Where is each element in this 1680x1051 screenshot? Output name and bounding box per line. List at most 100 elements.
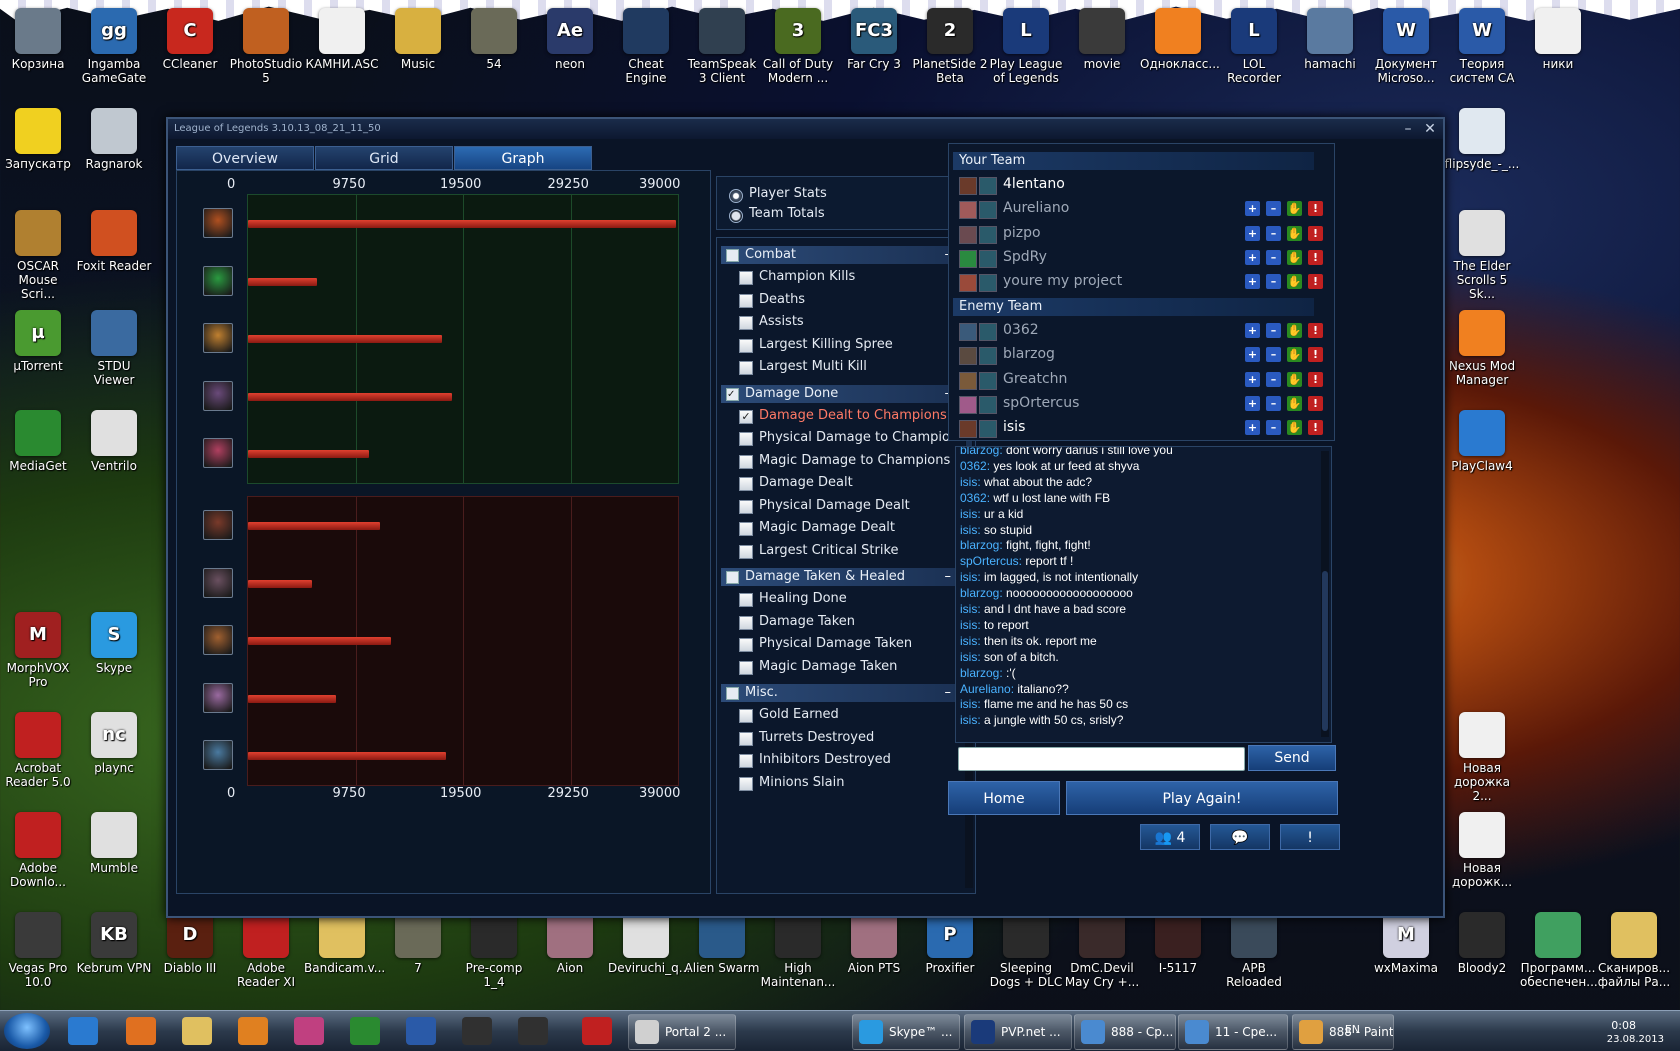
desktop-icon[interactable]: Новая дорожк... bbox=[1444, 812, 1520, 889]
taskbar-item[interactable]: 11 - Сре... bbox=[1178, 1014, 1288, 1050]
media-player-icon[interactable] bbox=[238, 1017, 268, 1045]
excel-icon[interactable] bbox=[350, 1017, 380, 1045]
report-icon[interactable]: ! bbox=[1308, 249, 1323, 265]
taskbar-item[interactable]: 888 - Ср... bbox=[1074, 1014, 1176, 1050]
desktop-icon[interactable]: Sleeping Dogs + DLC bbox=[988, 912, 1064, 989]
desktop-icon[interactable]: Aion bbox=[532, 912, 608, 975]
desktop-icon[interactable]: MediaGet bbox=[0, 410, 76, 473]
language-indicator[interactable]: EN bbox=[1345, 1023, 1360, 1036]
desktop-icon[interactable]: gg Ingamba GameGate bbox=[76, 8, 152, 85]
stat-checkbox[interactable] bbox=[739, 615, 753, 630]
taskbar-item[interactable]: PVP.net ... bbox=[964, 1014, 1072, 1050]
desktop-icon[interactable]: Pre-comp 1_4 bbox=[456, 912, 532, 989]
explorer-icon[interactable] bbox=[182, 1017, 212, 1045]
stat-checkbox[interactable] bbox=[739, 754, 753, 768]
tab-grid[interactable]: Grid bbox=[315, 146, 453, 170]
add-friend-icon[interactable]: + bbox=[1245, 201, 1260, 217]
desktop-icon[interactable]: hamachi bbox=[1292, 8, 1368, 71]
desktop-icon[interactable]: KB Kebrum VPN bbox=[76, 912, 152, 975]
honor-icon[interactable]: ✋ bbox=[1287, 274, 1302, 290]
desktop-icon[interactable]: The Elder Scrolls 5 Sk... bbox=[1444, 210, 1520, 301]
ignore-icon[interactable]: – bbox=[1266, 249, 1281, 265]
add-friend-icon[interactable]: + bbox=[1245, 347, 1260, 363]
player-row[interactable]: isis + – ✋! bbox=[955, 417, 1325, 439]
send-button[interactable]: Send bbox=[1248, 745, 1336, 771]
taskbar-item[interactable]: 888 - Paint bbox=[1292, 1014, 1394, 1050]
stat-checkbox[interactable] bbox=[739, 454, 753, 469]
stat-checkbox[interactable] bbox=[739, 499, 753, 514]
desktop-icon[interactable]: M MorphVOX Pro bbox=[0, 612, 76, 689]
desktop-icon[interactable]: P Proxifier bbox=[912, 912, 988, 975]
ignore-icon[interactable]: – bbox=[1266, 420, 1281, 436]
player-row[interactable]: youre my project + – ✋! bbox=[955, 271, 1325, 293]
word-icon[interactable] bbox=[406, 1017, 436, 1045]
add-friend-icon[interactable]: + bbox=[1245, 274, 1260, 290]
ignore-icon[interactable]: – bbox=[1266, 371, 1281, 387]
desktop-icon[interactable]: ники bbox=[1520, 8, 1596, 71]
desktop-icon[interactable]: Корзина bbox=[0, 8, 76, 71]
honor-icon[interactable]: ✋ bbox=[1287, 371, 1302, 387]
desktop-icon[interactable]: L LOL Recorder bbox=[1216, 8, 1292, 85]
report-icon[interactable]: ! bbox=[1308, 395, 1323, 411]
ignore-icon[interactable]: – bbox=[1266, 225, 1281, 241]
desktop-icon[interactable]: nc plaync bbox=[76, 712, 152, 775]
start-button[interactable] bbox=[4, 1013, 50, 1049]
ignore-icon[interactable]: – bbox=[1266, 323, 1281, 338]
honor-icon[interactable]: ✋ bbox=[1287, 225, 1302, 241]
alert-button[interactable]: ! bbox=[1280, 824, 1340, 850]
desktop-icon[interactable]: Сканиров... файлы Ра... bbox=[1596, 912, 1672, 989]
report-icon[interactable]: ! bbox=[1308, 323, 1323, 338]
section-checkbox[interactable]: ✓ bbox=[726, 387, 739, 401]
stat-checkbox[interactable] bbox=[739, 709, 753, 723]
desktop-icon[interactable]: flipsyde_-_... bbox=[1444, 108, 1520, 171]
stat-checkbox[interactable] bbox=[739, 660, 753, 675]
app-icon[interactable] bbox=[518, 1017, 548, 1045]
stat-checkbox[interactable] bbox=[739, 338, 753, 353]
desktop-icon[interactable]: TeamSpeak 3 Client bbox=[684, 8, 760, 85]
report-icon[interactable]: ! bbox=[1308, 274, 1323, 290]
stat-section-header[interactable]: Combat– bbox=[721, 246, 957, 264]
desktop-icon[interactable]: Vegas Pro 10.0 bbox=[0, 912, 76, 989]
stat-checkbox[interactable] bbox=[739, 593, 753, 607]
desktop-icon[interactable]: Adobe Reader XI bbox=[228, 912, 304, 989]
stat-checkbox[interactable] bbox=[739, 293, 753, 308]
desktop-icon[interactable]: MwxMaxima bbox=[1368, 912, 1444, 975]
desktop-icon[interactable]: Однокласс... bbox=[1140, 8, 1220, 71]
clock-time[interactable]: 0:08 bbox=[1611, 1019, 1636, 1032]
player-row[interactable]: spOrtercus + – ✋! bbox=[955, 393, 1325, 415]
honor-icon[interactable]: ✋ bbox=[1287, 395, 1302, 411]
honor-icon[interactable]: ✋ bbox=[1287, 249, 1302, 265]
desktop-icon[interactable]: APB Reloaded bbox=[1216, 912, 1292, 989]
desktop-icon[interactable]: Adobe Downlo... bbox=[0, 812, 76, 889]
chat-toggle-button[interactable]: 💬 bbox=[1210, 824, 1270, 850]
opera-icon[interactable] bbox=[582, 1017, 612, 1045]
desktop-icon[interactable]: Ventrilo bbox=[76, 410, 152, 473]
add-friend-icon[interactable]: + bbox=[1245, 323, 1260, 338]
desktop-icon[interactable]: DmC.Devil May Cry +... bbox=[1064, 912, 1140, 989]
desktop-icon[interactable]: Nexus Mod Manager bbox=[1444, 310, 1520, 387]
report-icon[interactable]: ! bbox=[1308, 420, 1323, 436]
calculator-icon[interactable] bbox=[462, 1017, 492, 1045]
desktop-icon[interactable]: C CCleaner bbox=[152, 8, 228, 71]
player-row[interactable]: pizpo + – ✋! bbox=[955, 223, 1325, 245]
desktop-icon[interactable]: S Skype bbox=[76, 612, 152, 675]
collapse-icon[interactable]: – bbox=[945, 568, 952, 586]
section-checkbox[interactable] bbox=[726, 571, 739, 584]
desktop-icon[interactable]: 7 bbox=[380, 912, 456, 975]
desktop-icon[interactable]: FC3 Far Cry 3 bbox=[836, 8, 912, 71]
report-icon[interactable]: ! bbox=[1308, 347, 1323, 363]
window-titlebar[interactable]: League of Legends 3.10.13_08_21_11_50 – … bbox=[168, 119, 1443, 139]
desktop-icon[interactable]: Music bbox=[380, 8, 456, 71]
desktop-icon[interactable]: Новая дорожка 2... bbox=[1444, 712, 1520, 803]
team-totals-radio[interactable] bbox=[729, 209, 743, 223]
desktop-icon[interactable]: High Maintenan... bbox=[760, 912, 836, 989]
desktop-icon[interactable]: Bandicam.v... bbox=[304, 912, 385, 975]
stat-section-header[interactable]: Misc. – bbox=[721, 684, 957, 702]
stat-checkbox[interactable]: ✓ bbox=[739, 409, 753, 424]
desktop-icon[interactable]: OSCAR Mouse Scri... bbox=[0, 210, 76, 301]
desktop-icon[interactable]: Программ... обеспечен... bbox=[1520, 912, 1598, 989]
clock-date[interactable]: 23.08.2013 bbox=[1607, 1034, 1664, 1045]
desktop-icon[interactable]: PhotoStudio 5 bbox=[228, 8, 304, 85]
minimize-icon[interactable]: – bbox=[1399, 120, 1417, 138]
stat-checkbox[interactable] bbox=[739, 316, 753, 330]
